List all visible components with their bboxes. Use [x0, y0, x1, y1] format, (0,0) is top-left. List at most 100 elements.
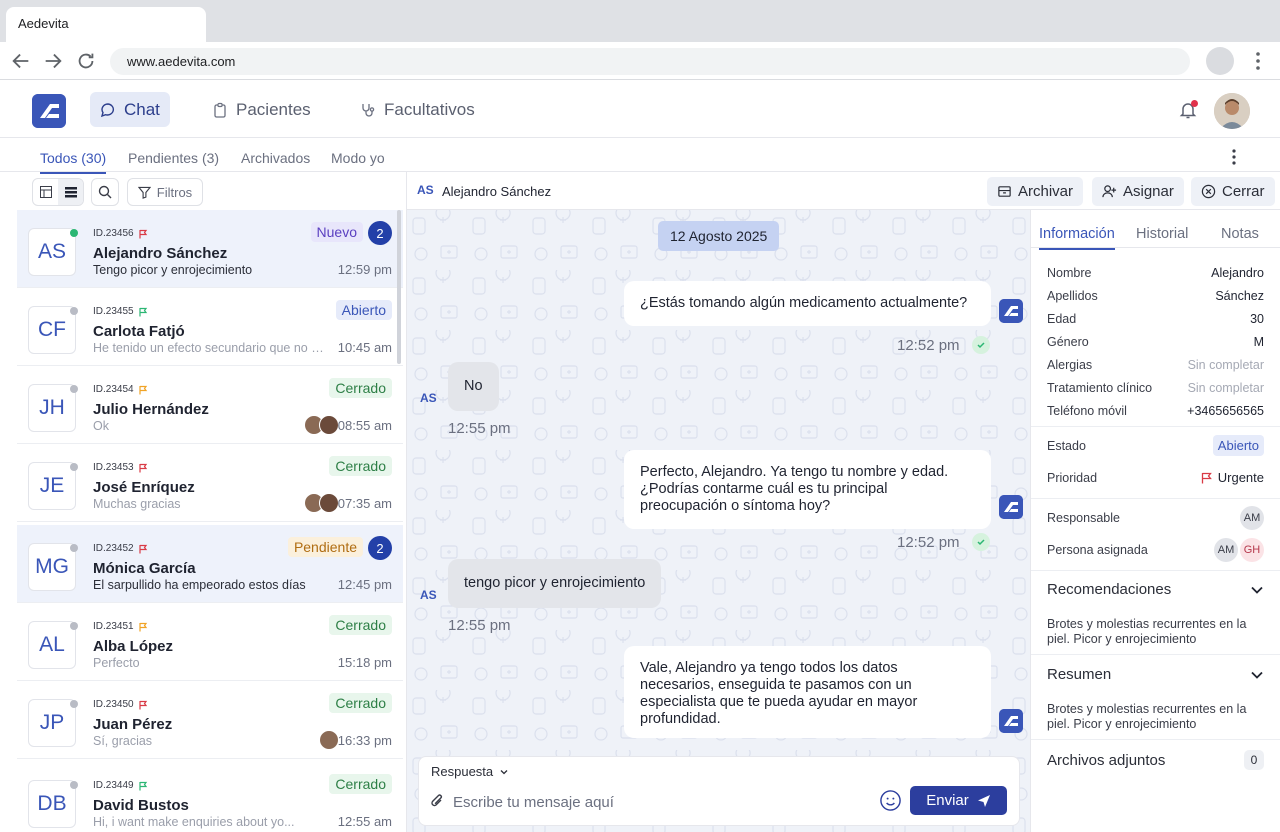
assign-label: Asignar: [1123, 183, 1174, 200]
archive-icon: [998, 186, 1011, 197]
chevron-down-icon: [500, 769, 508, 774]
responsable-avatar[interactable]: AM: [1240, 506, 1264, 530]
conversation-item[interactable]: MG ID.23452 Mónica García El sarpullido …: [17, 525, 403, 603]
conversation-last-message: Perfecto: [93, 656, 140, 670]
list-view-icon[interactable]: [58, 179, 83, 205]
status-badge: Cerrado: [329, 693, 392, 713]
conversation-item[interactable]: DB ID.23449 David Bustos Hi, i want make…: [17, 762, 403, 832]
conversation-filter-tabs: Todos (30) Pendientes (3) Archivados Mod…: [0, 139, 1280, 174]
info-tabs: Información Historial Notas: [1031, 210, 1280, 250]
view-toggle: [32, 178, 84, 206]
recomendaciones-header[interactable]: Recomendaciones: [1047, 581, 1264, 598]
nav-chat[interactable]: Chat: [90, 92, 170, 127]
conversation-id: ID.23455: [93, 306, 148, 317]
tab-historial[interactable]: Historial: [1136, 226, 1188, 248]
conversation-item[interactable]: JH ID.23454 Julio Hernández Ok 08:55 am …: [17, 366, 403, 444]
resumen-header[interactable]: Resumen: [1047, 666, 1264, 683]
offline-status-dot: [70, 781, 78, 789]
conversation-id: ID.23451: [93, 621, 148, 632]
filter-icon: [137, 186, 151, 199]
tab-archivados[interactable]: Archivados: [241, 150, 310, 172]
conversation-avatar: JE: [28, 462, 76, 510]
conversation-item[interactable]: JE ID.23453 José Enríquez Muchas gracias…: [17, 444, 403, 522]
estado-badge[interactable]: Abierto: [1212, 435, 1264, 456]
nav-pacientes-label: Pacientes: [236, 99, 311, 119]
field-estado: Estado Abierto: [1047, 435, 1264, 456]
paperclip-icon[interactable]: [429, 792, 445, 810]
conversation-last-message: Muchas gracias: [93, 497, 181, 511]
assigned-avatar[interactable]: AM: [1214, 538, 1238, 562]
conversation-avatar: AS: [28, 228, 76, 276]
stethoscope-icon: [362, 103, 375, 117]
status-badge: Cerrado: [329, 615, 392, 635]
status-badge: Cerrado: [329, 456, 392, 476]
tab-notas[interactable]: Notas: [1221, 226, 1259, 248]
nav-facultativos[interactable]: Facultativos: [350, 92, 485, 127]
conversation-last-message: Tengo picor y enrojecimiento: [93, 263, 253, 277]
conversation-time: 12:55 am: [337, 814, 392, 829]
assignee-avatars: [319, 730, 339, 750]
conversation-time: 16:33 pm: [337, 733, 392, 748]
emoji-icon[interactable]: [879, 789, 902, 812]
tab-pendientes[interactable]: Pendientes (3): [128, 150, 219, 172]
chevron-down-icon: [1251, 671, 1263, 679]
close-conversation-button[interactable]: Cerrar: [1191, 177, 1275, 206]
conversation-item[interactable]: JP ID.23450 Juan Pérez Sí, gracias 16:33…: [17, 681, 403, 759]
browser-profile-avatar[interactable]: [1206, 47, 1234, 75]
archive-button[interactable]: Archivar: [987, 177, 1084, 206]
tab-informacion[interactable]: Información: [1039, 226, 1115, 250]
clipboard-icon: [214, 102, 226, 118]
priority-value[interactable]: Urgente: [1201, 470, 1264, 485]
archivos-adjuntos-header[interactable]: Archivos adjuntos 0: [1047, 750, 1264, 770]
more-options-icon[interactable]: [1226, 148, 1242, 166]
close-label: Cerrar: [1222, 183, 1265, 200]
browser-tab-bar: Aedevita: [0, 0, 1280, 42]
reply-mode-select[interactable]: Respuesta: [431, 764, 509, 779]
assigned-avatar[interactable]: GH: [1240, 538, 1264, 562]
field-genero: Género M: [1047, 335, 1264, 349]
conversation-item[interactable]: AL ID.23451 Alba López Perfecto 15:18 pm…: [17, 603, 403, 681]
conversation-last-message: Hi, i want make enquiries about yo...: [93, 815, 295, 829]
message-input[interactable]: [453, 791, 873, 813]
tab-modo-yo[interactable]: Modo yo: [331, 150, 385, 172]
browser-menu-icon[interactable]: [1250, 51, 1266, 71]
send-button[interactable]: Enviar: [910, 786, 1007, 815]
divider: [1031, 739, 1280, 740]
conversation-item[interactable]: AS ID.23456 Alejandro Sánchez Tengo pico…: [17, 210, 403, 288]
reload-icon[interactable]: [75, 50, 97, 72]
conversation-time: 07:35 am: [337, 496, 392, 511]
offline-status-dot: [70, 385, 78, 393]
divider: [1031, 426, 1280, 427]
flag-red-icon: [138, 544, 147, 553]
user-avatar[interactable]: [1214, 93, 1250, 129]
assign-button[interactable]: Asignar: [1092, 177, 1184, 206]
flag-green-icon: [138, 307, 147, 316]
status-badge: Nuevo: [310, 222, 363, 242]
conversation-list: AS ID.23456 Alejandro Sánchez Tengo pico…: [17, 210, 405, 832]
conversation-item[interactable]: CF ID.23455 Carlota Fatjó He tenido un e…: [17, 288, 403, 366]
conversation-id: ID.23452: [93, 543, 148, 554]
forward-arrow-icon[interactable]: [42, 50, 64, 72]
outgoing-message: Vale, Alejandro ya tengo todos los datos…: [624, 646, 991, 738]
online-status-dot: [70, 229, 78, 237]
nav-pacientes[interactable]: Pacientes: [202, 92, 321, 127]
conversation-time: 08:55 am: [337, 418, 392, 433]
field-prioridad: Prioridad Urgente: [1047, 470, 1264, 485]
conversation-list-scrollbar[interactable]: [397, 210, 401, 364]
tab-todos[interactable]: Todos (30): [40, 150, 107, 174]
search-button[interactable]: [91, 178, 119, 206]
nav-chat-label: Chat: [124, 99, 160, 119]
grid-view-icon[interactable]: [33, 179, 58, 205]
back-arrow-icon[interactable]: [10, 50, 32, 72]
browser-tab[interactable]: Aedevita: [6, 7, 206, 42]
aedevita-logo-icon[interactable]: [32, 94, 66, 128]
address-bar[interactable]: www.aedevita.com: [110, 48, 1190, 75]
offline-status-dot: [70, 463, 78, 471]
field-apellidos: Apellidos Sánchez: [1047, 289, 1264, 303]
chevron-down-icon: [1251, 586, 1263, 594]
filters-button[interactable]: Filtros: [127, 178, 203, 206]
unread-count-badge: 2: [368, 536, 392, 560]
conversation-id: ID.23449: [93, 780, 148, 791]
field-telefono: Teléfono móvil +3465656565: [1047, 404, 1264, 418]
flag-red-icon: [138, 700, 147, 709]
